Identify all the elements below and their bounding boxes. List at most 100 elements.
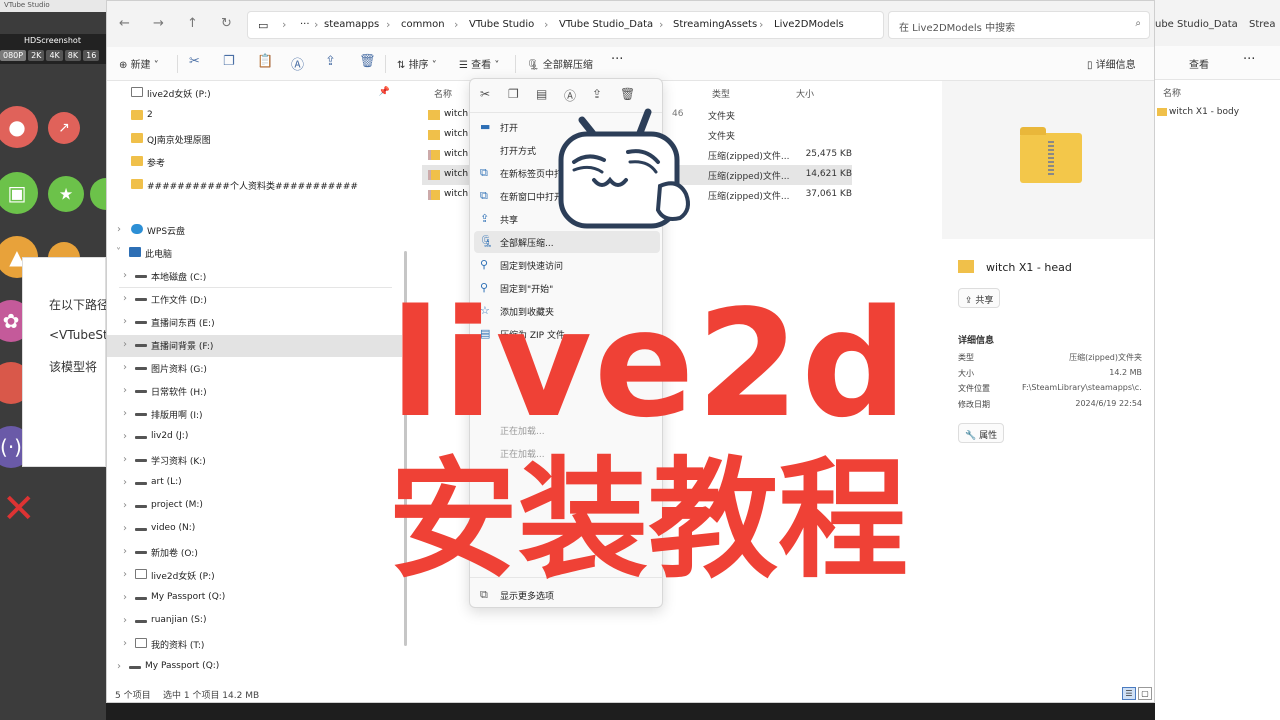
avatar-circle-icon[interactable]: ● <box>0 106 38 148</box>
nav-drive-o[interactable]: › 新加卷 (O:) <box>107 542 402 564</box>
extract-icon: 🗜 <box>480 235 494 248</box>
forward-icon[interactable]: → <box>153 16 164 31</box>
bg-view-button[interactable]: 查看 <box>1189 56 1209 71</box>
share-icon[interactable]: ⇪ <box>325 54 336 69</box>
cut-icon[interactable]: ✂ <box>189 54 200 69</box>
view-button[interactable]: ☰ 查看 ˅ <box>459 56 499 71</box>
nav-drive-j[interactable]: › liv2d (J:) <box>107 427 402 449</box>
share-circle-icon[interactable]: ↗ <box>48 112 80 144</box>
breadcrumb-common[interactable]: common <box>401 19 445 30</box>
copy-icon[interactable]: ❐ <box>223 54 235 69</box>
folder-icon <box>958 260 974 273</box>
status-item-count: 5 个项目 <box>115 691 151 701</box>
bg-crumb-2: Strea <box>1249 19 1276 30</box>
bg-folder-name: witch X1 - body <box>1169 107 1240 117</box>
bg-crumb-1: ube Studio_Data <box>1155 19 1238 30</box>
nav-quick-live2d-p[interactable]: live2d女妖 (P:) 📌 <box>107 83 402 105</box>
nav-quick-reference[interactable]: 参考 <box>107 152 402 174</box>
hd-button-4k[interactable]: 4K <box>46 50 63 61</box>
paste-icon[interactable]: 📋 <box>257 54 273 69</box>
more-button[interactable]: ··· <box>611 52 623 67</box>
sort-button[interactable]: ⇅ 排序 ˅ <box>397 56 437 71</box>
nav-drive-m[interactable]: › project (M:) <box>107 496 402 518</box>
command-bar: ⊕ 新建 ˅ ✂ ❐ 📋 Ⓐ ⇪ 🗑 ⇅ 排序 ˅ ☰ 查看 ˅ 🗜 全部解压缩… <box>107 47 1154 81</box>
background-app-strip: VTube Studio HDScreenshot 080P 2K 4K 8K … <box>0 0 106 720</box>
hd-button-1080p[interactable]: 080P <box>0 50 27 61</box>
close-x-icon[interactable]: ✕ <box>2 486 36 532</box>
nav-drive-l[interactable]: › art (L:) <box>107 473 402 495</box>
bg-col-name: 名称 <box>1163 89 1182 99</box>
detail-key: 类型 <box>958 353 974 362</box>
details-pane-button[interactable]: ▯ 详细信息 <box>1087 56 1136 71</box>
nav-drive-e[interactable]: › 直播间东西 (E:) <box>107 312 402 334</box>
nav-drive-g[interactable]: › 图片资料 (G:) <box>107 358 402 380</box>
bg-more-icon[interactable]: ··· <box>1243 52 1255 67</box>
breadcrumb-ellipsis[interactable]: ··· <box>300 19 310 30</box>
nav-drive-s[interactable]: › ruanjian (S:) <box>107 611 402 633</box>
nav-drive-h[interactable]: › 日常软件 (H:) <box>107 381 402 403</box>
nav-wps-cloud[interactable]: › WPS云盘 <box>107 220 402 242</box>
popup-line-2: <VTubeSt <box>49 328 106 342</box>
breadcrumb-live2dmodels[interactable]: Live2DModels <box>774 19 844 30</box>
nav-quick-2[interactable]: 2 <box>107 106 402 128</box>
extract-all-label: 全部解压缩 <box>542 60 593 71</box>
column-name[interactable]: 名称 <box>434 87 452 100</box>
detail-value: 14.2 MB <box>1109 368 1142 377</box>
nav-drive-c[interactable]: › 本地磁盘 (C:) <box>107 266 402 288</box>
nav-drive-n[interactable]: › video (N:) <box>107 519 402 541</box>
column-type[interactable]: 类型 <box>712 87 730 100</box>
image-circle-icon[interactable]: ▣ <box>0 172 38 214</box>
ctx-cut-icon[interactable]: ✂ <box>480 87 490 101</box>
refresh-icon[interactable]: ↻ <box>221 16 232 31</box>
nav-quick-personal[interactable]: ###########个人资料类########### <box>107 175 402 197</box>
up-icon[interactable]: ↑ <box>187 16 198 31</box>
address-bar[interactable]: ▭ › ··· › steamapps › common › VTube Stu… <box>247 11 884 39</box>
nav-drive-d[interactable]: › 工作文件 (D:) <box>107 289 402 311</box>
ctx-paste-icon[interactable]: ▤ <box>536 87 547 101</box>
details-view-icon[interactable]: ☰ <box>1122 687 1136 700</box>
nav-drive-q[interactable]: › My Passport (Q:) <box>107 588 402 610</box>
nav-quick-qj[interactable]: QJ南京处理原图 <box>107 129 402 151</box>
hdscreenshot-bar: HDScreenshot 080P 2K 4K 8K 16 <box>0 34 106 64</box>
nav-passport-root[interactable]: › My Passport (Q:) <box>107 657 402 679</box>
nav-drive-k[interactable]: › 学习资料 (K:) <box>107 450 402 472</box>
back-icon[interactable]: ← <box>119 16 130 31</box>
details-share-button[interactable]: ⇪ 共享 <box>958 288 1001 308</box>
breadcrumb-streamingassets[interactable]: StreamingAssets <box>673 19 757 30</box>
ctx-copy-icon[interactable]: ❐ <box>508 87 519 101</box>
overlay-subline: 安装教程 <box>388 444 909 596</box>
breadcrumb-steamapps[interactable]: steamapps <box>324 19 379 30</box>
status-selected: 选中 1 个项目 14.2 MB <box>163 691 260 701</box>
hd-button-2k[interactable]: 2K <box>28 50 45 61</box>
bg-folder-icon <box>1157 108 1167 116</box>
nav-drive-t[interactable]: › 我的资料 (T:) <box>107 634 402 656</box>
star-circle-icon[interactable]: ★ <box>48 176 84 212</box>
breadcrumb-vtube-studio[interactable]: VTube Studio <box>469 19 534 30</box>
detail-value: F:\SteamLibrary\steamapps\c... <box>1022 383 1142 392</box>
ctx-pin-quick-access[interactable]: ⚲ 固定到快速访问 <box>474 254 660 276</box>
hdscreenshot-title: HDScreenshot <box>24 36 81 45</box>
column-size[interactable]: 大小 <box>796 87 814 100</box>
hd-button-16k[interactable]: 16 <box>83 50 100 61</box>
detail-key: 文件位置 <box>958 384 990 393</box>
delete-icon[interactable]: 🗑 <box>359 54 376 69</box>
breadcrumb-vtube-studio-data[interactable]: VTube Studio_Data <box>559 19 653 30</box>
rename-icon[interactable]: Ⓐ <box>291 54 304 73</box>
details-properties-button[interactable]: 🔧 属性 <box>958 423 1005 443</box>
pin-icon: 📌 <box>378 87 390 97</box>
search-icon: ⌕ <box>1135 18 1141 29</box>
nav-this-pc[interactable]: ˅ 此电脑 <box>107 243 402 265</box>
nav-drive-i[interactable]: › 排版用啊 (I:) <box>107 404 402 426</box>
extra-circle-icon[interactable] <box>90 178 106 210</box>
extract-all-button[interactable]: 🗜 全部解压缩 <box>527 56 593 71</box>
tiles-view-icon[interactable]: ▢ <box>1138 687 1152 700</box>
new-button[interactable]: ⊕ 新建 ˅ <box>119 56 159 71</box>
sort-label: 排序 <box>408 60 429 71</box>
share-label: 共享 <box>975 296 994 306</box>
monitor-icon[interactable]: ▭ <box>258 19 268 32</box>
hd-button-8k[interactable]: 8K <box>64 50 82 61</box>
nav-drive-p[interactable]: › live2d女妖 (P:) <box>107 565 402 587</box>
background-popup: 在以下路径 <VTubeSt 该模型将 <box>22 257 106 467</box>
nav-drive-f[interactable]: › 直播间背景 (F:) <box>107 335 402 357</box>
search-input[interactable]: 在 Live2DModels 中搜索 ⌕ <box>888 11 1150 39</box>
